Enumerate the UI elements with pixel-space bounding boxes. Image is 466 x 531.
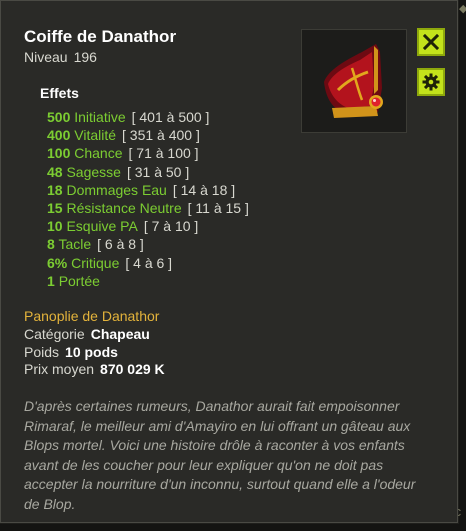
effect-range: [ 351 à 400 ] — [122, 127, 200, 144]
effect-value: 15 — [47, 199, 63, 216]
level-value: 196 — [73, 49, 97, 65]
effect-value: 100 — [47, 145, 71, 162]
item-level: Niveau 196 — [24, 49, 97, 65]
effect-name: Résistance Neutre — [66, 199, 182, 216]
price-value: 870 029 K — [100, 361, 165, 378]
effect-row: 400 Vitalité [ 351 à 400 ] — [47, 126, 249, 144]
gear-icon — [422, 73, 440, 91]
effect-range: [ 71 à 100 ] — [128, 145, 199, 162]
effect-row: 100 Chance [ 71 à 100 ] — [47, 144, 249, 162]
effect-value: 1 — [47, 272, 55, 289]
weight-value: 10 pods — [65, 343, 118, 360]
effect-range: [ 7 à 10 ] — [143, 218, 199, 235]
effect-range: [ 14 à 18 ] — [172, 181, 236, 198]
effect-name: Critique — [71, 254, 120, 271]
effect-range: [ 401 à 500 ] — [131, 109, 210, 125]
category-value: Chapeau — [90, 326, 150, 342]
effect-range: [ 6 à 8 ] — [97, 236, 144, 253]
effect-range: [ 31 à 50 ] — [126, 163, 190, 180]
item-tooltip: Coiffe de Danathor Niveau 196 Effets 500… — [0, 0, 458, 523]
effect-value: 18 — [47, 181, 63, 198]
effect-name: Chance — [74, 145, 123, 162]
item-name: Coiffe de Danathor — [24, 27, 177, 46]
effect-name: Tacle — [58, 236, 92, 253]
set-link[interactable]: Panoplie de Danathor — [24, 308, 159, 324]
effect-row: 15 Résistance Neutre [ 11 à 15 ] — [47, 199, 249, 217]
close-icon — [423, 34, 439, 50]
effect-value: 8 — [47, 236, 55, 253]
close-button[interactable] — [417, 28, 445, 56]
effect-name: Esquive PA — [66, 218, 138, 235]
partial-icon-top: ◆ — [459, 3, 466, 15]
item-description: D'après certaines rumeurs, Danathor aura… — [24, 398, 416, 512]
category-row: Catégorie Chapeau — [24, 326, 165, 344]
price-label: Prix moyen — [24, 361, 95, 378]
effect-row: 8 Tacle [ 6 à 8 ] — [47, 235, 249, 253]
background-strip-bottom — [0, 524, 466, 531]
weight-label: Poids — [24, 343, 60, 360]
weight-row: Poids 10 pods — [24, 344, 165, 362]
item-properties: Catégorie Chapeau Poids 10 pods Prix moyen… — [24, 326, 165, 379]
effect-value: 6% — [47, 254, 68, 271]
level-label: Niveau — [24, 49, 68, 65]
background-strip-right: ◆ — [459, 0, 466, 531]
effect-row: 1 Portée — [47, 272, 249, 290]
effect-name: Dommages Eau — [66, 181, 167, 198]
effect-name: Portée — [58, 272, 100, 289]
settings-button[interactable] — [417, 68, 445, 96]
effect-value: 48 — [47, 163, 63, 180]
effect-range: [ 11 à 15 ] — [187, 199, 249, 216]
effect-range: [ 4 à 6 ] — [125, 254, 173, 271]
effect-name: Vitalité — [74, 127, 117, 144]
effect-row: 500 Initiative [ 401 à 500 ] — [47, 108, 249, 126]
effect-row: 18 Dommages Eau [ 14 à 18 ] — [47, 181, 249, 199]
effect-value: 10 — [47, 218, 63, 235]
effect-row: 10 Esquive PA [ 7 à 10 ] — [47, 217, 249, 235]
effect-name: Sagesse — [66, 163, 121, 180]
effect-row: 48 Sagesse [ 31 à 50 ] — [47, 163, 249, 181]
effects-list: 500 Initiative [ 401 à 500 ] 400 Vitalité… — [47, 108, 249, 290]
effect-value: 400 — [47, 127, 71, 144]
price-row: Prix moyen 870 029 K — [24, 361, 165, 379]
item-image-frame — [301, 29, 407, 133]
effect-row: 6% Critique [ 4 à 6 ] — [47, 254, 249, 272]
effects-title: Effets — [40, 85, 79, 101]
category-label: Catégorie — [24, 326, 85, 342]
effect-value: 500 — [47, 109, 71, 125]
effect-name: Initiative — [74, 109, 126, 125]
hat-icon — [324, 44, 383, 118]
